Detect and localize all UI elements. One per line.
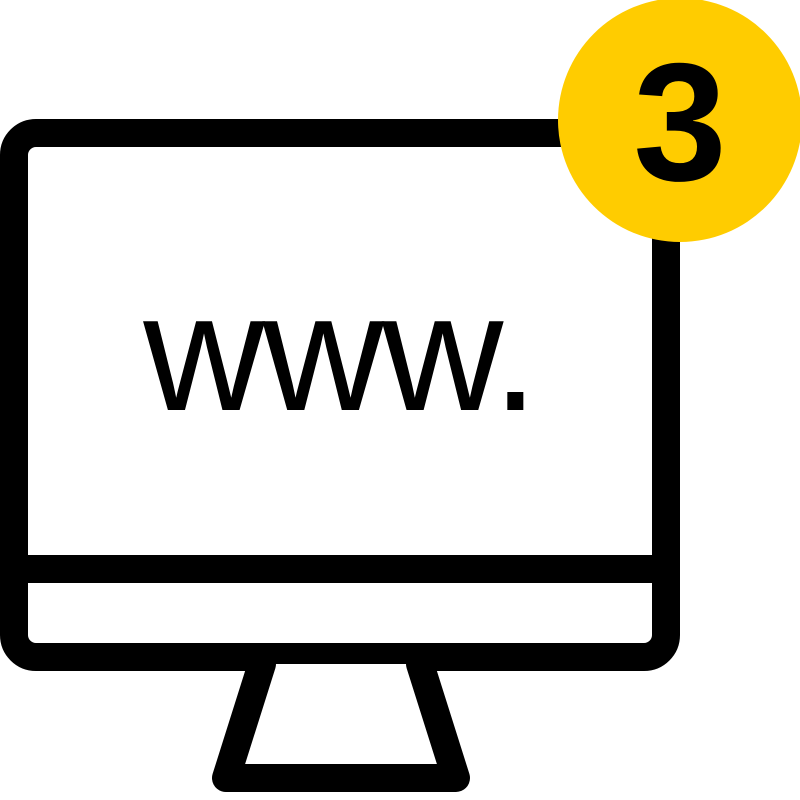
- notification-badge-icon: 3: [558, 0, 800, 242]
- website-monitor-illustration: www. 3: [0, 0, 800, 792]
- screen-url-text: www.: [142, 258, 536, 446]
- badge-count: 3: [633, 28, 726, 216]
- desktop-monitor-icon: [0, 119, 680, 792]
- monitor-stand: [212, 650, 470, 792]
